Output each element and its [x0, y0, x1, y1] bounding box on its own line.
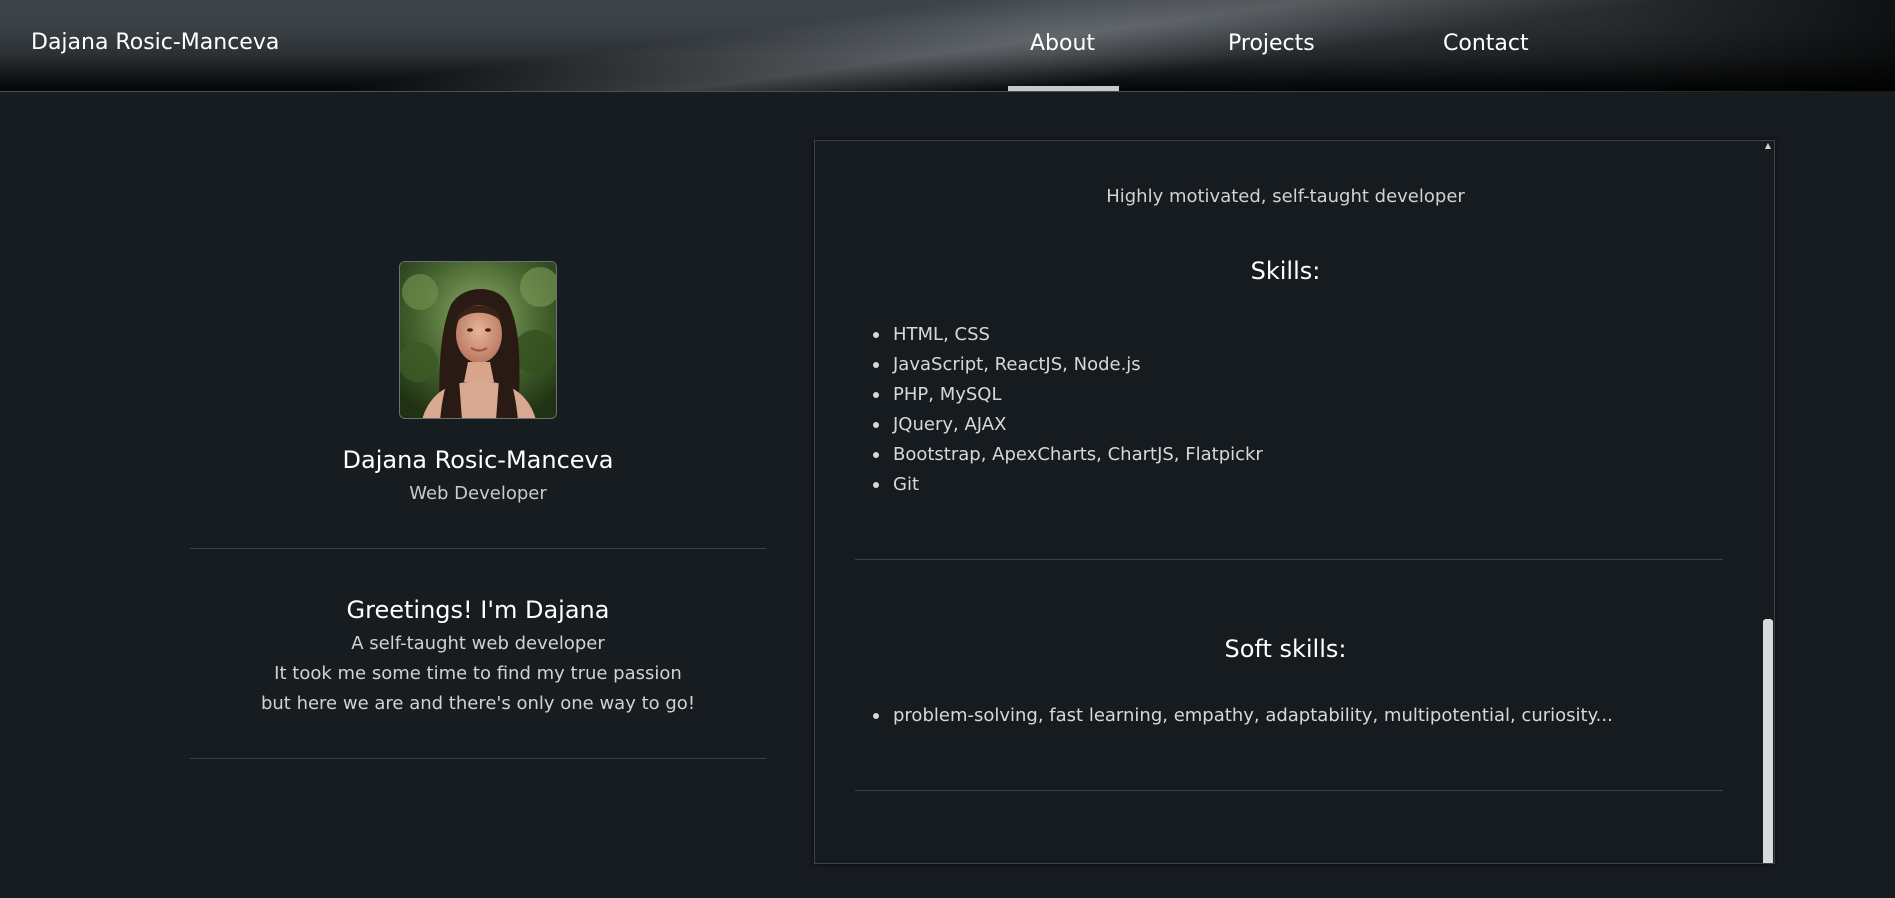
soft-skills-list: problem-solving, fast learning, empathy,…: [873, 701, 1613, 731]
top-navbar: Dajana Rosic-Manceva About Projects Cont…: [0, 0, 1895, 92]
skill-item: Git: [873, 470, 1263, 500]
divider: [855, 559, 1723, 560]
skills-list: HTML, CSS JavaScript, ReactJS, Node.js P…: [873, 320, 1263, 500]
brand-link[interactable]: Dajana Rosic-Manceva: [31, 30, 279, 55]
profile-name: Dajana Rosic-Manceva: [342, 446, 614, 474]
skills-heading: Skills:: [1250, 257, 1321, 285]
skill-item: JavaScript, ReactJS, Node.js: [873, 350, 1263, 380]
greeting-line: but here we are and there's only one way…: [260, 693, 696, 714]
skill-item: JQuery, AJAX: [873, 410, 1263, 440]
divider: [190, 758, 766, 759]
tagline: Highly motivated, self-taught developer: [1106, 186, 1465, 207]
skill-item: PHP, MySQL: [873, 380, 1263, 410]
nav-link-about[interactable]: About: [1030, 31, 1095, 56]
greeting-title: Greetings! I'm Dajana: [346, 596, 610, 624]
active-tab-indicator: [1008, 86, 1119, 91]
nav-link-projects[interactable]: Projects: [1228, 31, 1315, 56]
soft-skill-item: problem-solving, fast learning, empathy,…: [873, 701, 1613, 731]
triangle-up-icon[interactable]: ▲: [1763, 142, 1773, 150]
divider: [855, 790, 1723, 791]
soft-skills-heading: Soft skills:: [1224, 635, 1347, 663]
scrollbar-thumb[interactable]: [1763, 619, 1773, 863]
divider: [190, 548, 766, 549]
skill-item: HTML, CSS: [873, 320, 1263, 350]
skill-item: Bootstrap, ApexCharts, ChartJS, Flatpick…: [873, 440, 1263, 470]
panel-scrollbar[interactable]: ▲: [1763, 141, 1774, 863]
portrait-image: [400, 262, 556, 418]
about-panel[interactable]: Highly motivated, self-taught developer …: [814, 140, 1775, 864]
nav-link-contact[interactable]: Contact: [1443, 31, 1529, 56]
greeting-line: A self-taught web developer: [351, 633, 605, 654]
profile-role: Web Developer: [409, 483, 547, 504]
profile-photo: [399, 261, 557, 419]
greeting-line: It took me some time to find my true pas…: [274, 663, 682, 684]
